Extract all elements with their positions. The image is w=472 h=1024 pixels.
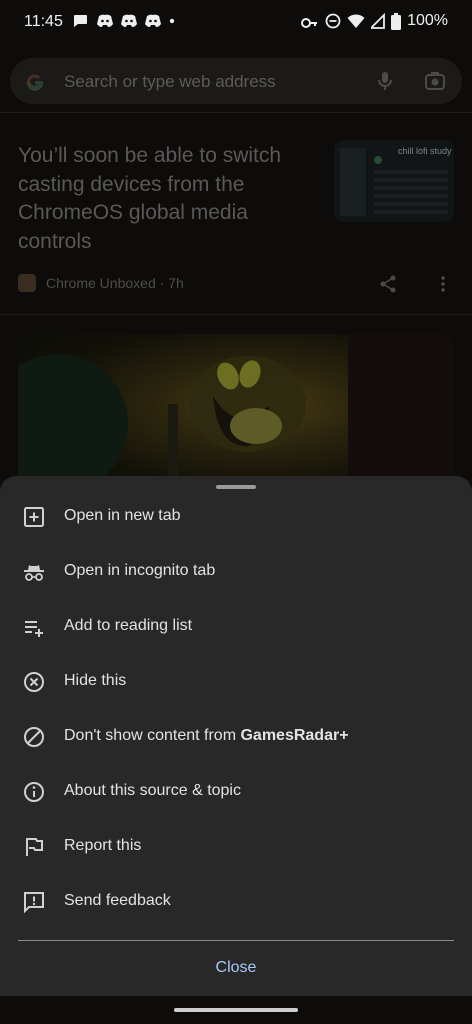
notification-icons xyxy=(72,14,184,28)
system-icons: 100% xyxy=(301,12,448,30)
chat-bubble-icon xyxy=(72,14,88,28)
status-bar: 11:45 100% xyxy=(0,0,472,46)
menu-item-label: Open in new tab xyxy=(64,507,181,524)
menu-item-send-feedback[interactable]: Send feedback xyxy=(0,875,472,930)
feedback-icon xyxy=(22,890,46,914)
divider xyxy=(0,314,472,315)
open-new-tab-icon xyxy=(22,505,46,529)
article-source: Chrome Unboxed · 7h xyxy=(18,274,184,292)
article-hero-image[interactable] xyxy=(18,334,454,494)
reading-list-add-icon xyxy=(22,615,46,639)
lens-camera-icon[interactable] xyxy=(424,70,446,92)
microphone-icon[interactable] xyxy=(374,70,396,92)
omnibox[interactable]: Search or type web address xyxy=(10,58,462,104)
menu-item-label: Don't show content from GamesRadar+ xyxy=(64,727,349,745)
divider xyxy=(18,940,454,941)
signal-icon xyxy=(371,13,385,29)
incognito-icon xyxy=(22,560,46,584)
menu-item-label: Hide this xyxy=(64,672,127,689)
menu-item-add-reading-list[interactable]: Add to reading list xyxy=(0,600,472,655)
share-icon[interactable] xyxy=(378,274,398,294)
menu-item-report[interactable]: Report this xyxy=(0,820,472,875)
omnibox-placeholder: Search or type web address xyxy=(64,72,276,91)
google-logo-icon xyxy=(22,68,48,94)
gesture-nav-bar xyxy=(0,996,472,1024)
close-button[interactable]: Close xyxy=(0,942,472,996)
menu-item-hide[interactable]: Hide this xyxy=(0,655,472,710)
block-icon xyxy=(22,725,46,749)
menu-item-open-new-tab[interactable]: Open in new tab xyxy=(0,490,472,545)
vpn-key-icon xyxy=(301,13,319,29)
home-gesture-handle[interactable] xyxy=(174,1008,298,1012)
status-time: 11:45 xyxy=(24,13,63,30)
menu-item-label: About this source & topic xyxy=(64,782,241,799)
thumbnail-list xyxy=(374,170,448,214)
menu-item-open-incognito[interactable]: Open in incognito tab xyxy=(0,545,472,600)
thumbnail-sidebar xyxy=(340,148,366,216)
source-name: GamesRadar+ xyxy=(240,727,349,744)
article-headline[interactable]: You’ll soon be able to switch casting de… xyxy=(18,142,318,256)
more-vert-icon[interactable] xyxy=(440,274,446,294)
menu-item-dont-show-source[interactable]: Don't show content from GamesRadar+ xyxy=(0,710,472,765)
discord-icon xyxy=(144,14,161,28)
menu-item-label-text: Don't show content from xyxy=(64,727,241,744)
menu-item-about-source[interactable]: About this source & topic xyxy=(0,765,472,820)
source-label: Chrome Unboxed · 7h xyxy=(46,275,184,291)
flag-icon xyxy=(22,835,46,859)
menu-item-label: Send feedback xyxy=(64,892,171,909)
discord-icon xyxy=(120,14,137,28)
article-thumbnail[interactable]: chill lofi study xyxy=(334,140,454,222)
divider xyxy=(0,112,472,113)
battery-percent: 100% xyxy=(407,12,448,29)
menu-item-label: Add to reading list xyxy=(64,617,193,634)
context-menu-sheet: Open in new tab Open in incognito tab Ad… xyxy=(0,476,472,996)
hide-icon xyxy=(22,670,46,694)
thumbnail-text: chill lofi study xyxy=(398,146,452,156)
wifi-icon xyxy=(347,13,365,29)
discord-icon xyxy=(96,14,113,28)
info-icon xyxy=(22,780,46,804)
dot-icon xyxy=(168,14,184,28)
menu-item-label: Open in incognito tab xyxy=(64,562,216,579)
battery-icon xyxy=(391,12,402,30)
dnd-icon xyxy=(325,13,341,29)
background-feed: Search or type web address You’ll soon b… xyxy=(0,46,472,494)
menu-item-label: Report this xyxy=(64,837,142,854)
source-favicon-icon xyxy=(18,274,36,292)
thumbnail-play xyxy=(374,156,382,164)
drag-handle[interactable] xyxy=(216,485,256,489)
